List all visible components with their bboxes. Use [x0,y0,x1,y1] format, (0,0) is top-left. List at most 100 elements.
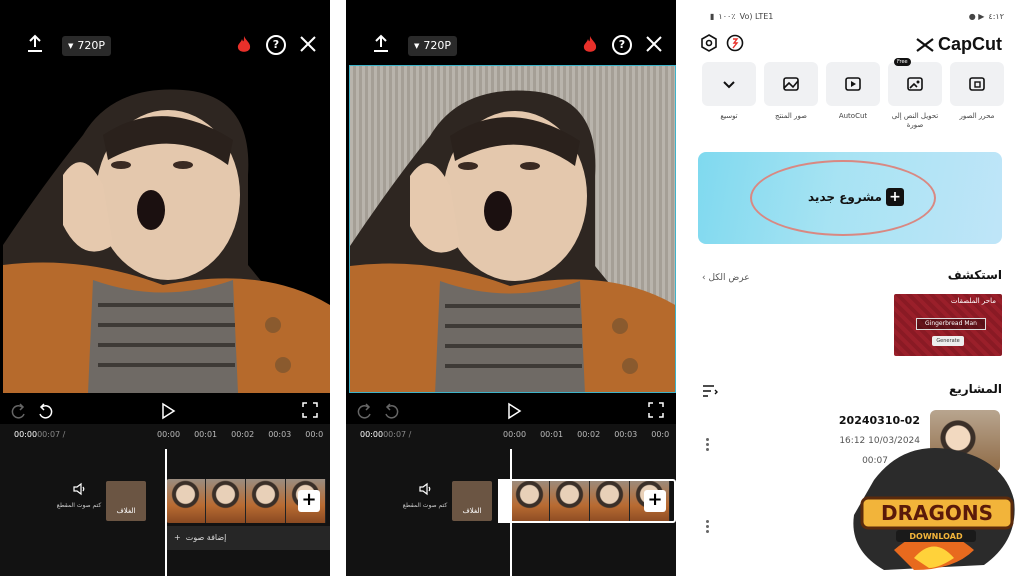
promo-input-sample: Gingerbread Man [916,318,986,330]
battery-level: ١٠٠٪ [718,11,736,21]
view-all-label: عرض الكل [708,273,750,283]
export-icon[interactable] [372,34,390,54]
project-name[interactable]: 20240310-02 [839,414,920,427]
fire-pro-icon[interactable] [236,35,252,55]
mute-clip-button[interactable]: كتم صوت المقطع [400,482,450,509]
watermark-text: DRAGONS [881,501,993,525]
tool-label: صور المنتج [774,112,808,120]
network-label: Vo) LTE1 [739,11,774,21]
cover-button[interactable]: الغلاف [106,481,146,521]
free-badge: Free [894,58,911,66]
mute-clip-button[interactable]: كتم صوت المقطع [54,482,104,509]
editor-panel-original: ▼ 720P ? 00:0000:07 / 00:00 00:01 00:02 … [0,0,330,576]
battery-icon: ▮ [710,11,715,21]
add-clip-button[interactable]: + [644,490,666,512]
status-right: ● ▶ ٤:١٢ [969,10,1004,22]
close-icon[interactable] [298,34,318,54]
tick-label: 00:02 [577,430,601,439]
tool-label: توسيع [720,112,738,120]
fullscreen-icon[interactable] [302,402,318,418]
video-preview[interactable] [3,65,330,393]
playback-controls [0,400,330,422]
tool-label: محرر الصور [959,112,995,120]
export-icon[interactable] [26,34,44,54]
tick-label: 00:02 [231,430,255,439]
sticker-maker-card[interactable]: ماحر الملصقات Gingerbread Man Generate [894,294,1002,356]
settings-icon[interactable] [700,34,718,52]
close-icon[interactable] [644,34,664,54]
capcut-logo: CapCut [916,34,1002,55]
notification-icons: ● ▶ [968,11,985,21]
new-project-button[interactable]: مشروع جديد + [698,152,1002,244]
tool-box: Free [888,58,942,106]
tool-label: تحويل النص إلى صورة [891,112,939,130]
tool-label: AutoCut [838,112,868,120]
resolution-label: 720P [423,39,452,52]
tick-label: 00:03 [268,430,292,439]
status-time: ٤:١٢ [988,11,1004,21]
resolution-dropdown[interactable]: ▼ 720P [62,36,112,56]
redo-disabled-icon[interactable] [356,402,374,420]
tool-box [764,62,818,106]
fullscreen-icon[interactable] [648,402,664,418]
redo-disabled-icon[interactable] [10,402,28,420]
editor-topbar: ▼ 720P ? [346,30,676,60]
playhead[interactable] [165,449,167,576]
help-icon[interactable]: ? [266,35,286,55]
pro-badge-icon[interactable] [726,34,744,52]
add-clip-button[interactable]: + [298,490,320,512]
new-project-label: مشروع جديد [808,190,882,204]
sort-icon[interactable] [702,384,718,398]
undo-icon[interactable] [36,402,54,420]
tool-box [826,62,880,106]
child-video-frame [3,89,330,393]
tool-expand[interactable]: توسيع [702,62,756,130]
resolution-dropdown[interactable]: ▼ 720P [408,36,458,56]
tick-label: 00:0 [651,430,670,439]
timecode-total: 00:07 / [37,430,66,439]
video-preview[interactable] [349,65,676,393]
promo-title: ماحر الملصقات [950,297,996,305]
playhead[interactable] [510,449,512,576]
tick-label: 00:00 [157,430,181,439]
tick-label: 00:01 [194,430,218,439]
tool-product-photo[interactable]: صور المنتج [764,62,818,130]
product-photo-icon [783,77,799,91]
time-ruler: 00:00 00:01 00:02 00:03 00:0 [157,430,323,439]
child-video-frame [350,90,675,392]
mute-label: كتم صوت المقطع [56,502,102,509]
mute-label: كتم صوت المقطع [402,502,448,509]
screenshot-root: ▼ 720P ? 00:0000:07 / 00:00 00:01 00:02 … [0,0,1024,576]
more-options-icon[interactable] [706,438,710,452]
undo-disabled-icon[interactable] [382,402,400,420]
clip-frame [246,479,286,523]
play-icon[interactable] [506,402,522,420]
fire-pro-icon[interactable] [582,35,598,55]
timeline[interactable]: 00:0000:07 / 00:00 00:01 00:02 00:03 00:… [346,424,676,576]
tool-photo-editor[interactable]: محرر الصور [950,62,1004,130]
caret-down-icon: ▼ [68,42,74,50]
timecode-total: 00:07 / [383,430,412,439]
cover-label: الغلاف [116,507,136,515]
time-ruler: 00:00 00:01 00:02 00:03 00:0 [503,430,669,439]
watermark-subtext: DOWNLOAD [909,532,963,541]
tool-box [950,62,1004,106]
timeline[interactable]: 00:0000:07 / 00:00 00:01 00:02 00:03 00:… [0,424,330,576]
add-audio-button[interactable]: + إضافة صوت [166,526,330,550]
brand-name: CapCut [938,34,1002,54]
cover-button[interactable]: الغلاف [452,481,492,521]
tool-text-to-image[interactable]: Free تحويل النص إلى صورة [888,58,942,130]
timecode: 00:0000:07 / [14,430,65,439]
explore-title: استكشف [947,268,1002,282]
play-icon[interactable] [160,402,176,420]
help-icon[interactable]: ? [612,35,632,55]
timecode: 00:0000:07 / [360,430,411,439]
tool-box [702,62,756,106]
tool-autocut[interactable]: AutoCut [826,62,880,130]
promo-generate-button: Generate [932,336,964,346]
add-audio-label: إضافة صوت [185,533,227,542]
trim-handle-left[interactable] [498,479,510,523]
more-options-icon[interactable] [706,520,710,534]
view-all-link[interactable]: ‹ عرض الكل [702,273,750,283]
clip-frame [206,479,246,523]
